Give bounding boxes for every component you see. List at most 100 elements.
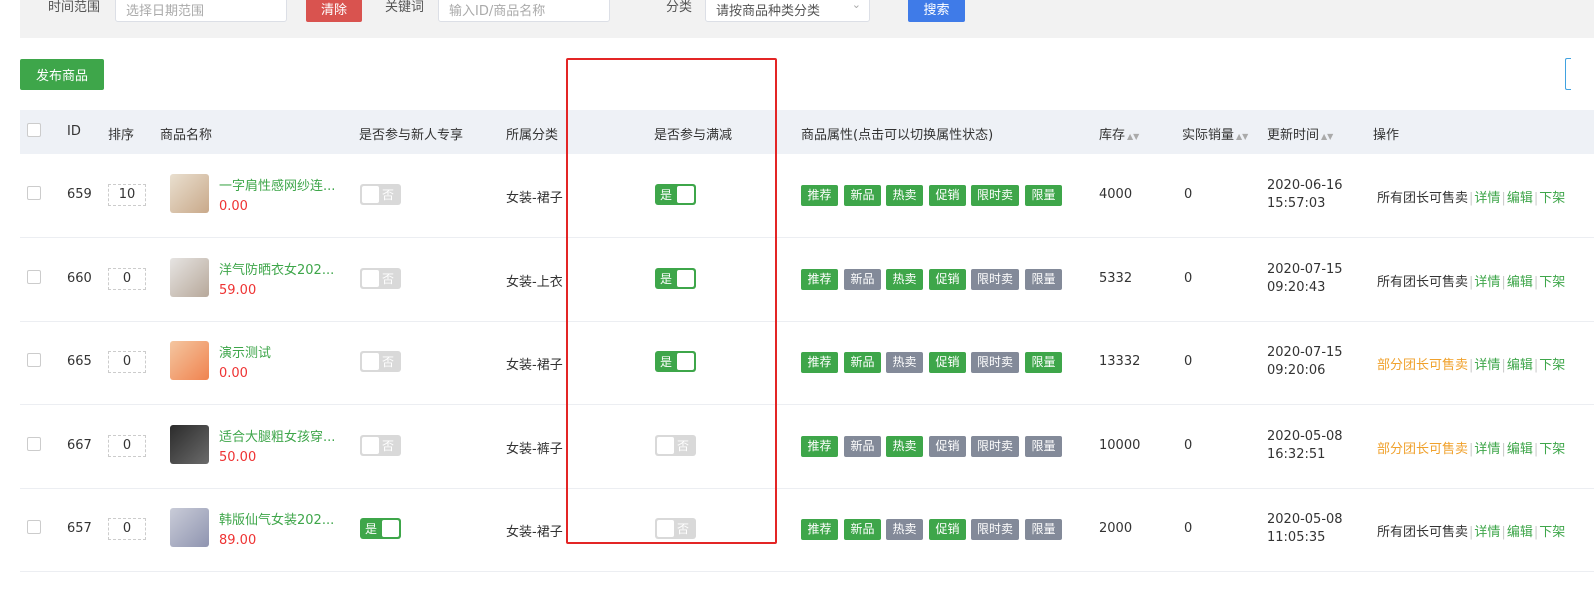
col-sales[interactable]: 实际销量 ▲▼ [1182, 124, 1248, 143]
table-row: 657 0 韩版仙气女装202... 89.00 是 女装-裙子 否 推荐 新品 热卖 促销 限时卖限… [20, 488, 1594, 572]
sort-input[interactable]: 0 [108, 351, 146, 373]
attribute-tag[interactable]: 限时卖 [971, 268, 1019, 290]
discount-toggle[interactable]: 否 [655, 434, 696, 456]
table-header: ID 排序 商品名称 是否参与新人专享 所属分类 是否参与满减 商品属性(点击可… [20, 110, 1594, 154]
offline-link[interactable]: 下架 [1539, 191, 1565, 206]
attribute-tag[interactable]: 限时卖 [971, 352, 1019, 373]
attribute-tag[interactable]: 促销 [929, 519, 966, 540]
seller-scope: 所有团长可售卖 [1377, 274, 1469, 290]
attribute-tag[interactable]: 促销 [929, 352, 966, 373]
attribute-tag[interactable]: 限量 [1025, 352, 1062, 373]
attribute-tag[interactable]: 限时卖 [971, 435, 1019, 457]
newcomer-toggle[interactable]: 否 [360, 267, 401, 289]
row-operations: 所有团长可售卖|详情|编辑|下架 [1377, 271, 1565, 290]
detail-link[interactable]: 详情 [1474, 442, 1500, 457]
row-checkbox[interactable] [27, 520, 41, 534]
col-attrs: 商品属性(点击可以切换属性状态) [801, 128, 994, 143]
newcomer-toggle[interactable]: 是 [360, 518, 401, 539]
detail-link[interactable]: 详情 [1474, 191, 1500, 206]
attribute-tag[interactable]: 新品 [844, 352, 881, 373]
sort-input[interactable]: 0 [108, 434, 146, 457]
detail-link[interactable]: 详情 [1474, 275, 1500, 290]
attribute-tag[interactable]: 促销 [929, 185, 966, 206]
clear-button[interactable]: 清除 [306, 0, 362, 22]
offline-link[interactable]: 下架 [1539, 358, 1565, 373]
attribute-tag[interactable]: 限量 [1025, 435, 1062, 457]
col-stock[interactable]: 库存 ▲▼ [1099, 124, 1139, 143]
row-sales: 0 [1184, 187, 1193, 202]
attribute-tag[interactable]: 推荐 [801, 352, 838, 373]
detail-link[interactable]: 详情 [1474, 358, 1500, 373]
select-all-checkbox[interactable] [27, 123, 41, 137]
toggle-label: 是 [660, 188, 673, 202]
attribute-tag[interactable]: 促销 [929, 268, 966, 290]
attribute-tag[interactable]: 限量 [1025, 519, 1062, 540]
edit-link[interactable]: 编辑 [1507, 442, 1533, 457]
product-name-link[interactable]: 一字肩性感网纱连... [219, 175, 335, 194]
attribute-tag[interactable]: 热卖 [886, 519, 923, 540]
toggle-knob [362, 269, 379, 287]
newcomer-toggle[interactable]: 否 [360, 184, 401, 205]
seller-scope[interactable]: 部分团长可售卖 [1377, 442, 1468, 457]
attribute-tag[interactable]: 热卖 [886, 268, 923, 290]
sort-input[interactable]: 0 [108, 267, 146, 290]
product-name-link[interactable]: 演示测试 [219, 342, 271, 361]
attribute-tag[interactable]: 热卖 [886, 435, 923, 457]
attribute-tag[interactable]: 推荐 [801, 519, 838, 540]
product-thumbnail[interactable] [170, 257, 209, 297]
edit-link[interactable]: 编辑 [1507, 275, 1533, 290]
publish-product-button[interactable]: 发布商品 [20, 59, 104, 90]
product-thumbnail[interactable] [170, 424, 209, 464]
attribute-tag[interactable]: 限量 [1025, 268, 1062, 290]
attribute-tag[interactable]: 推荐 [801, 435, 838, 457]
row-checkbox[interactable] [27, 436, 41, 451]
attribute-tag[interactable]: 新品 [844, 185, 881, 206]
search-button[interactable]: 搜索 [908, 0, 965, 22]
attribute-tag[interactable]: 限时卖 [971, 185, 1019, 206]
product-name-link[interactable]: 洋气防晒衣女202... [219, 259, 334, 278]
attribute-tag[interactable]: 新品 [844, 268, 881, 290]
product-name-link[interactable]: 适合大腿粗女孩穿... [219, 426, 335, 445]
col-updated[interactable]: 更新时间 ▲▼ [1267, 124, 1333, 143]
category-select[interactable]: 请按商品种类分类 ⌄ [705, 0, 870, 22]
product-thumbnail[interactable] [170, 341, 209, 380]
sort-input[interactable]: 10 [108, 184, 146, 206]
attribute-tag[interactable]: 推荐 [801, 268, 838, 290]
edit-link[interactable]: 编辑 [1507, 525, 1533, 540]
discount-toggle[interactable]: 是 [655, 267, 696, 289]
row-sales: 0 [1184, 521, 1193, 536]
discount-toggle[interactable]: 是 [655, 351, 696, 372]
product-thumbnail[interactable] [170, 508, 209, 547]
seller-scope[interactable]: 部分团长可售卖 [1377, 358, 1468, 373]
offline-link[interactable]: 下架 [1539, 275, 1565, 290]
right-edge-button[interactable] [1565, 58, 1571, 90]
offline-link[interactable]: 下架 [1539, 442, 1565, 457]
attribute-tag[interactable]: 限量 [1025, 185, 1062, 206]
toggle-label: 是 [660, 355, 673, 369]
row-checkbox[interactable] [27, 353, 41, 367]
row-checkbox[interactable] [27, 186, 41, 200]
edit-link[interactable]: 编辑 [1507, 358, 1533, 373]
attribute-tag[interactable]: 热卖 [886, 185, 923, 206]
attribute-tag[interactable]: 新品 [844, 435, 881, 457]
attribute-tag[interactable]: 促销 [929, 435, 966, 457]
sort-input[interactable]: 0 [108, 518, 146, 540]
discount-toggle[interactable]: 是 [655, 184, 696, 205]
product-name-link[interactable]: 韩版仙气女装202... [219, 509, 334, 528]
toggle-label: 否 [381, 271, 394, 286]
attribute-tag[interactable]: 新品 [844, 519, 881, 540]
discount-toggle[interactable]: 否 [655, 518, 696, 539]
product-thumbnail[interactable] [170, 174, 209, 213]
keyword-input[interactable]: 输入ID/商品名称 [438, 0, 610, 22]
attribute-tag[interactable]: 热卖 [886, 352, 923, 373]
edit-link[interactable]: 编辑 [1507, 191, 1533, 206]
newcomer-toggle[interactable]: 否 [360, 351, 401, 372]
offline-link[interactable]: 下架 [1539, 525, 1565, 540]
newcomer-toggle[interactable]: 否 [360, 434, 401, 456]
product-price: 89.00 [219, 533, 257, 548]
attribute-tag[interactable]: 推荐 [801, 185, 838, 206]
attribute-tag[interactable]: 限时卖 [971, 519, 1019, 540]
detail-link[interactable]: 详情 [1474, 525, 1500, 540]
row-checkbox[interactable] [27, 269, 41, 284]
date-range-input[interactable]: 选择日期范围 [115, 0, 287, 22]
